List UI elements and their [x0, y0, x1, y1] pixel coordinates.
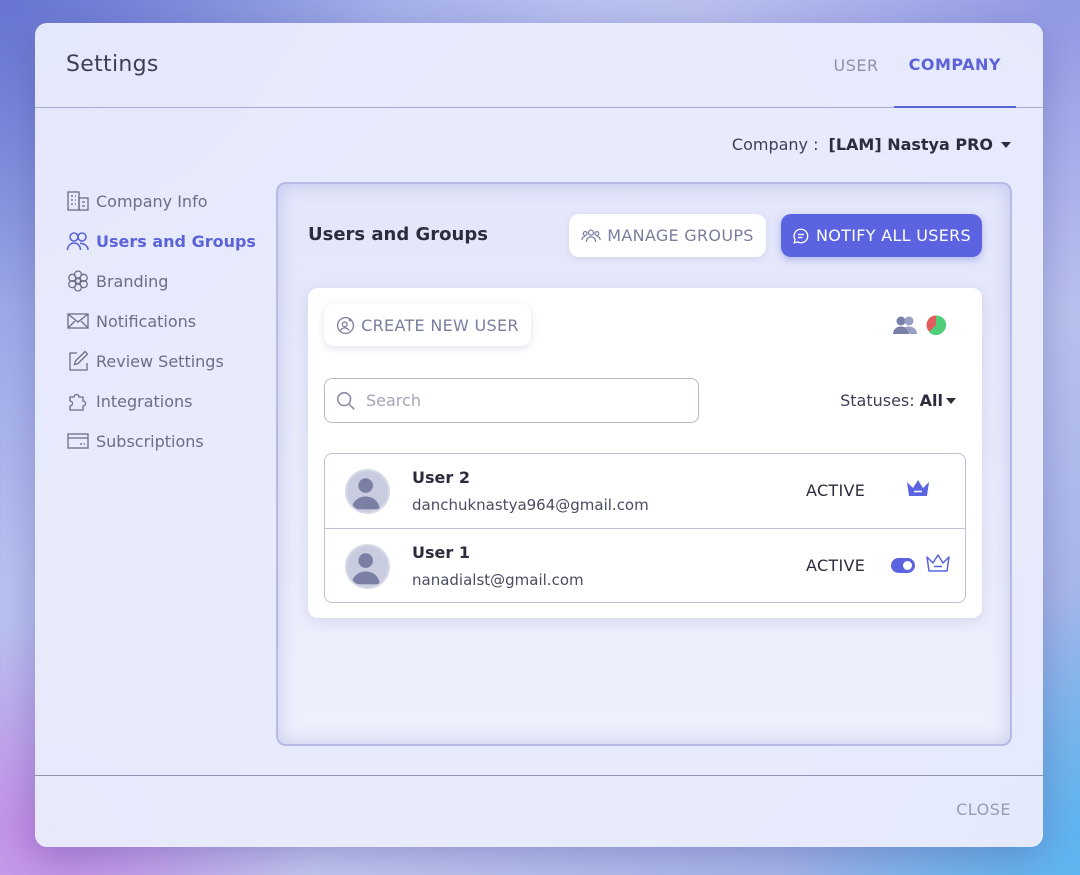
create-new-user-label: CREATE NEW USER: [361, 315, 519, 335]
modal-header: Settings USER COMPANY: [35, 23, 1043, 108]
close-button[interactable]: CLOSE: [956, 800, 1011, 819]
users-groups-panel: Users and Groups MANAGE GROUPS NOTIFY AL…: [276, 182, 1012, 746]
settings-sidebar: Company Info Users and Groups Branding N…: [66, 181, 266, 461]
user-status: ACTIVE: [806, 481, 866, 500]
user-row[interactable]: User 1 nanadialst@gmail.com ACTIVE: [325, 528, 965, 602]
company-label: Company :: [731, 135, 819, 154]
panel-title: Users and Groups: [308, 224, 488, 245]
sidebar-item-label: Users and Groups: [96, 231, 256, 251]
caret-down-icon: [946, 397, 956, 404]
sidebar-item-label: Review Settings: [96, 351, 224, 371]
statuses-filter[interactable]: Statuses: All: [840, 391, 956, 410]
company-value: [LAM] Nastya PRO: [828, 135, 994, 154]
users-filter-icon[interactable]: [892, 315, 918, 335]
user-status: ACTIVE: [806, 556, 866, 575]
modal-title: Settings: [66, 52, 159, 77]
toggle-knob: [903, 561, 912, 570]
person-icon: [351, 478, 380, 510]
caret-down-icon: [1001, 141, 1011, 148]
crown-outline-icon[interactable]: [925, 553, 951, 575]
sidebar-item-company-info[interactable]: Company Info: [66, 181, 266, 221]
search-box[interactable]: [324, 378, 699, 423]
sidebar-item-label: Branding: [96, 271, 169, 291]
avatar: [345, 469, 390, 514]
status-pie-icon[interactable]: [926, 315, 946, 335]
create-new-user-button[interactable]: CREATE NEW USER: [324, 304, 531, 346]
settings-modal: Settings USER COMPANY Company : [LAM] Na…: [35, 23, 1043, 847]
sidebar-item-branding[interactable]: Branding: [66, 261, 266, 301]
users-card: CREATE NEW USER Statuses:: [308, 288, 982, 618]
sidebar-item-notifications[interactable]: Notifications: [66, 301, 266, 341]
user-list: User 2 danchuknastya964@gmail.com ACTIVE: [324, 453, 966, 603]
add-user-icon: [337, 316, 355, 334]
statuses-value: All: [919, 391, 943, 410]
notify-all-users-button[interactable]: NOTIFY ALL USERS: [781, 214, 982, 257]
user-email: danchuknastya964@gmail.com: [412, 496, 649, 514]
card-icon: [67, 433, 89, 449]
manage-groups-label: MANAGE GROUPS: [607, 226, 754, 245]
statuses-label: Statuses:: [840, 391, 915, 410]
user-toggle[interactable]: [891, 558, 915, 573]
notify-all-users-label: NOTIFY ALL USERS: [815, 226, 972, 245]
modal-footer: CLOSE: [35, 775, 1043, 847]
search-input[interactable]: [366, 391, 686, 410]
flower-icon: [68, 270, 88, 292]
sidebar-item-subscriptions[interactable]: Subscriptions: [66, 421, 266, 461]
edit-icon: [69, 350, 89, 371]
sidebar-item-label: Integrations: [96, 391, 193, 411]
company-selector[interactable]: Company : [LAM] Nastya PRO: [732, 135, 1011, 154]
tab-company[interactable]: COMPANY: [893, 23, 1016, 108]
sidebar-item-label: Company Info: [96, 191, 208, 211]
sidebar-item-integrations[interactable]: Integrations: [66, 381, 266, 421]
sidebar-item-label: Notifications: [96, 311, 197, 331]
users-icon: [66, 232, 89, 251]
person-icon: [351, 553, 380, 585]
crown-filled-icon[interactable]: [905, 478, 931, 500]
tab-user[interactable]: USER: [819, 23, 894, 108]
tab-bar: USER COMPANY: [819, 23, 1016, 108]
user-name: User 1: [412, 543, 470, 562]
group-icon: [581, 229, 602, 242]
puzzle-icon: [69, 393, 87, 411]
envelope-icon: [67, 313, 89, 329]
user-row[interactable]: User 2 danchuknastya964@gmail.com ACTIVE: [325, 454, 965, 528]
avatar: [345, 544, 390, 589]
sidebar-item-label: Subscriptions: [96, 431, 204, 451]
search-icon: [336, 391, 355, 410]
chat-bubble-icon: [793, 228, 809, 244]
sidebar-item-users-and-groups[interactable]: Users and Groups: [66, 221, 266, 261]
user-name: User 2: [412, 468, 470, 487]
building-icon: [67, 191, 89, 211]
manage-groups-button[interactable]: MANAGE GROUPS: [569, 214, 766, 257]
user-email: nanadialst@gmail.com: [412, 571, 584, 589]
sidebar-item-review-settings[interactable]: Review Settings: [66, 341, 266, 381]
